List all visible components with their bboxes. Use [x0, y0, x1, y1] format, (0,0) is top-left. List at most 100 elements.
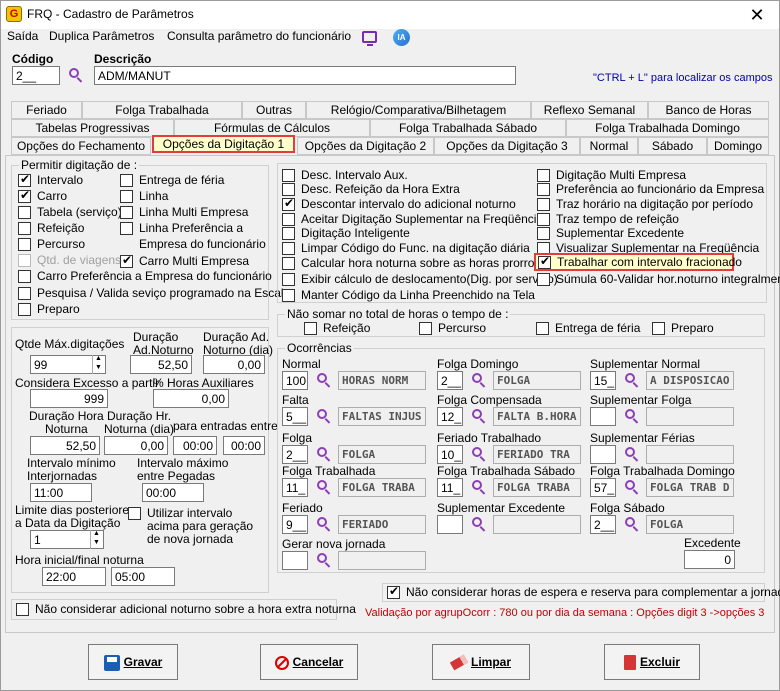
limite-dias-label: Limite dias posteriores a Data da Digitaç…	[15, 503, 136, 530]
dur-hora-noturna-input[interactable]: 52,50	[30, 436, 100, 455]
close-button[interactable]: ✕	[735, 1, 779, 29]
menu-consulta-parametro[interactable]: Consulta parâmetro do funcionário	[167, 29, 351, 43]
ocorrencia-code-input[interactable]: 100	[282, 371, 308, 390]
ocorrencia-desc-field: FOLGA	[338, 445, 426, 464]
ocorrencia-code-input[interactable]: 2__	[282, 445, 308, 464]
search-icon[interactable]	[315, 552, 333, 570]
horas-auxiliares-input[interactable]: 0,00	[153, 389, 229, 408]
horas-auxiliares-label: % Horas Auxiliares	[153, 376, 254, 390]
ocorrencia-code-input[interactable]: 12_	[437, 407, 463, 426]
dur-ad-noturno-dia-input[interactable]: 0,00	[203, 355, 265, 374]
search-icon[interactable]	[623, 479, 641, 497]
search-icon[interactable]	[67, 67, 85, 85]
ocorrencia-code-input[interactable]: 15_	[590, 371, 616, 390]
qtde-max-spinner[interactable]	[92, 355, 105, 374]
gravar-button[interactable]: Gravar	[88, 644, 178, 680]
search-icon[interactable]	[623, 408, 641, 426]
tab-sabado[interactable]: Sábado	[638, 137, 707, 155]
ocorrencia-desc-field: FALTAS INJUS	[338, 407, 426, 426]
ia-icon[interactable]: IA	[393, 29, 410, 46]
int-maximo-label: Intervalo máximo entre Pegadas	[137, 456, 229, 483]
search-icon[interactable]	[470, 446, 488, 464]
ocorrencia-label: Suplementar Normal	[590, 357, 701, 371]
search-icon[interactable]	[623, 372, 641, 390]
dur-ad-noturno-label: Duração Ad.Noturno	[133, 330, 194, 357]
ocorrencia-label: Folga Sábado	[590, 501, 665, 515]
codigo-input[interactable]: 2__	[12, 66, 60, 85]
ocorrencia-desc-field	[646, 445, 734, 464]
ocorrencia-label: Folga	[282, 431, 313, 445]
monitor-icon[interactable]	[362, 31, 377, 46]
ocorrencia-label: Suplementar Férias	[590, 431, 695, 445]
search-icon[interactable]	[315, 446, 333, 464]
menu-saida[interactable]: Saída	[7, 29, 38, 43]
search-icon[interactable]	[623, 446, 641, 464]
ocorrencias-title: Ocorrências	[285, 341, 354, 355]
ocorrencia-desc-field: FALTA B.HORA	[493, 407, 581, 426]
ocorrencia-code-input[interactable]: 11_	[437, 478, 463, 497]
title-bar: G FRQ - Cadastro de Parâmetros ✕	[1, 1, 779, 29]
tab-opcoes-digitacao-1[interactable]: Opções da Digitação 1	[152, 135, 295, 153]
hora-noturna-fim[interactable]: 05:00	[111, 567, 175, 586]
ocorrencia-label: Folga Domingo	[437, 357, 519, 371]
entradas-entre-to[interactable]: 00:00	[223, 436, 265, 455]
ocorrencia-label: Folga Trabalhada Sábado	[437, 464, 576, 478]
ocorrencia-desc-field	[493, 515, 581, 534]
tab-folga-trab-sabado[interactable]: Folga Trabalhada Sábado	[370, 119, 566, 137]
tab-banco-horas[interactable]: Banco de Horas	[648, 101, 769, 119]
search-icon[interactable]	[315, 516, 333, 534]
search-icon[interactable]	[315, 372, 333, 390]
ocorrencia-code-input[interactable]	[590, 445, 616, 464]
dur-hr-noturna-dia-input[interactable]: 0,00	[104, 436, 168, 455]
ocorrencia-code-input[interactable]	[282, 551, 308, 570]
hora-noturna-inicio[interactable]: 22:00	[42, 567, 106, 586]
cancelar-button[interactable]: Cancelar	[260, 644, 358, 680]
ocorrencia-code-input[interactable]: 10_	[437, 445, 463, 464]
int-minimo-input[interactable]: 11:00	[30, 483, 92, 502]
entradas-entre-from[interactable]: 00:00	[173, 436, 217, 455]
excedente-input[interactable]: 0	[684, 550, 735, 569]
ocorrencia-code-input[interactable]: 9__	[282, 515, 308, 534]
tab-opcoes-digitacao-2[interactable]: Opções da Digitação 2	[297, 137, 434, 155]
tab-normal[interactable]: Normal	[580, 137, 638, 155]
tab-reflexo-semanal[interactable]: Reflexo Semanal	[531, 101, 648, 119]
tab-feriado[interactable]: Feriado	[11, 101, 82, 119]
tab-opcoes-fechamento[interactable]: Opções do Fechamento	[11, 137, 151, 155]
ocorrencia-code-input[interactable]	[437, 515, 463, 534]
considera-excesso-input[interactable]: 999	[30, 389, 108, 408]
ocorrencia-code-input[interactable]: 5__	[282, 407, 308, 426]
tab-domingo[interactable]: Domingo	[707, 137, 769, 155]
ocorrencia-label: Feriado	[282, 501, 323, 515]
tab-folga-trab-domingo[interactable]: Folga Trabalhada Domingo	[566, 119, 769, 137]
hora-noturna-label: Hora inicial/final noturna	[15, 553, 144, 567]
ocorrencia-code-input[interactable]: 57_	[590, 478, 616, 497]
search-icon[interactable]	[470, 408, 488, 426]
ocorrencia-code-input[interactable]: 2__	[437, 371, 463, 390]
tab-relogio[interactable]: Relógio/Comparativa/Bilhetagem	[306, 101, 531, 119]
descricao-input[interactable]: ADM/MANUT	[94, 66, 516, 85]
tab-folga-trabalhada[interactable]: Folga Trabalhada	[82, 101, 242, 119]
tab-opcoes-digitacao-3[interactable]: Opções da Digitação 3	[434, 137, 580, 155]
search-icon[interactable]	[623, 516, 641, 534]
limpar-button[interactable]: Limpar	[432, 644, 530, 680]
int-maximo-input[interactable]: 00:00	[142, 483, 204, 502]
tab-tabelas-progressivas[interactable]: Tabelas Progressivas	[11, 119, 174, 137]
limite-dias-spinner[interactable]	[90, 530, 103, 549]
main-window: G FRQ - Cadastro de Parâmetros ✕ Saída D…	[0, 0, 780, 691]
dur-hora-noturna-label: Duração Hora Noturna	[29, 409, 104, 436]
ocorrencia-code-input[interactable]	[590, 407, 616, 426]
search-icon[interactable]	[315, 408, 333, 426]
search-icon[interactable]	[315, 479, 333, 497]
search-icon[interactable]	[470, 372, 488, 390]
ocorrencia-label: Gerar nova jornada	[282, 537, 386, 551]
search-icon[interactable]	[470, 479, 488, 497]
cb-trabalhar-intervalo-fracionado[interactable]: Trabalhar com intervalo fracionado	[534, 253, 742, 271]
excluir-button[interactable]: Excluir	[604, 644, 700, 680]
dur-ad-noturno-input[interactable]: 52,50	[130, 355, 192, 374]
cb-linha-preferencia-line2: Empresa do funcionário	[139, 237, 266, 251]
menu-duplica-parametros[interactable]: Duplica Parâmetros	[49, 29, 154, 43]
tab-outras[interactable]: Outras	[242, 101, 306, 119]
ocorrencia-code-input[interactable]: 2__	[590, 515, 616, 534]
ocorrencia-code-input[interactable]: 11_	[282, 478, 308, 497]
search-icon[interactable]	[470, 516, 488, 534]
